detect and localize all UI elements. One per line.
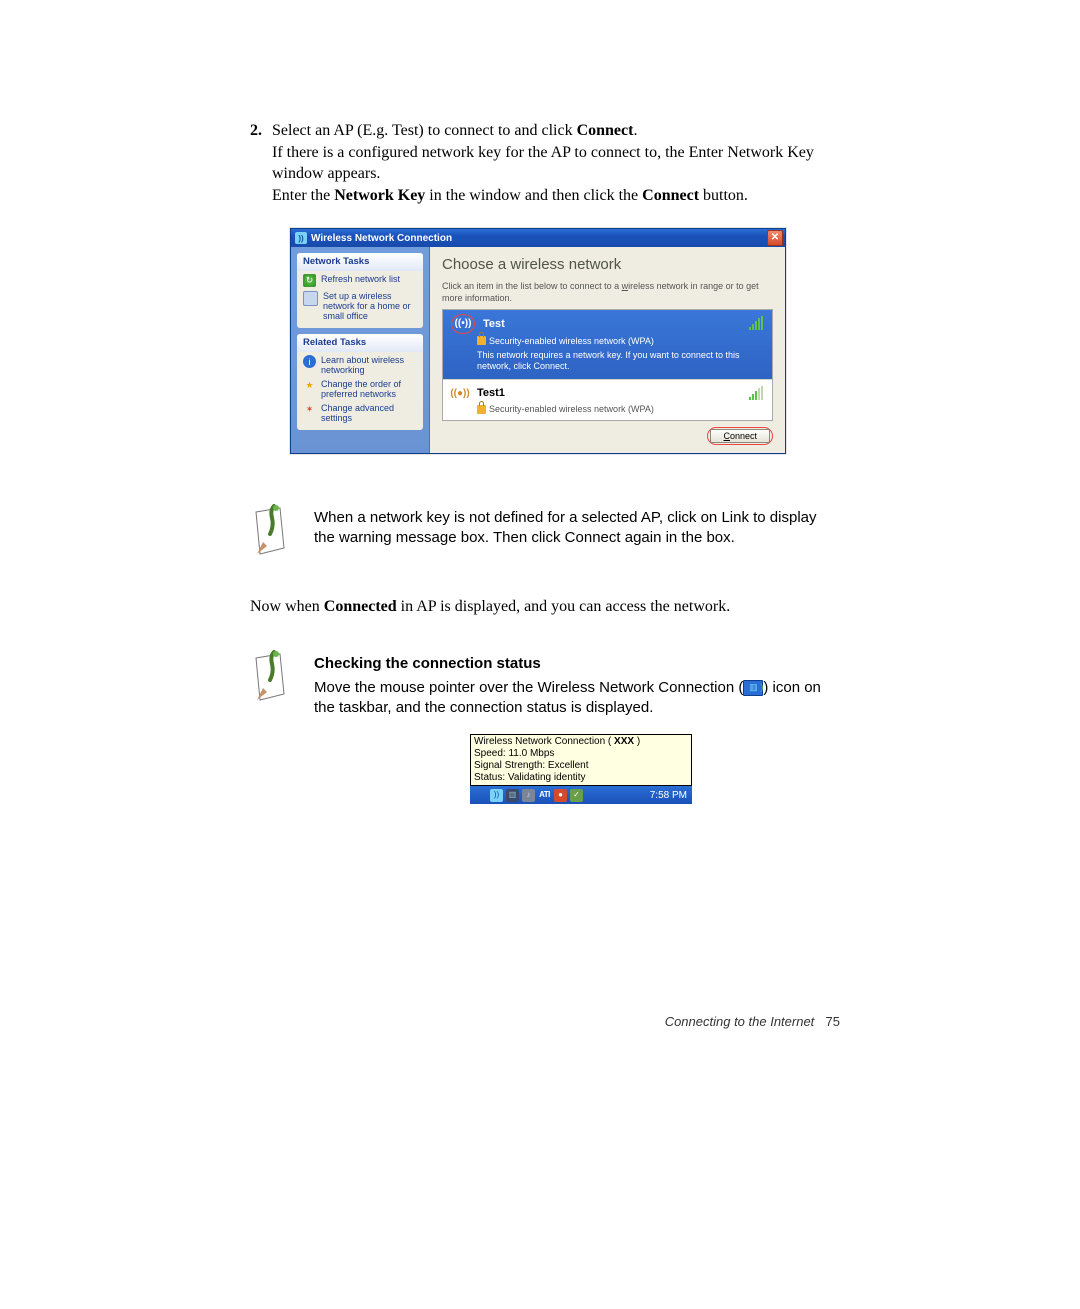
highlight-ring: Connect — [707, 427, 773, 445]
tray-volume-icon[interactable]: ♪ — [522, 789, 535, 802]
tray-safely-remove-icon[interactable]: ✓ — [570, 789, 583, 802]
sidebar-item-refresh[interactable]: ↻ Refresh network list — [297, 271, 423, 288]
network-item-test1[interactable]: ((●)) Test1 Security-enabled wireless ne… — [443, 380, 772, 420]
gear-icon: ✶ — [303, 403, 316, 416]
signal-bars-icon — [749, 316, 763, 330]
network-name: Test1 — [477, 387, 505, 399]
sidebar-panel-related-tasks: Related Tasks i Learn about wireless net… — [297, 334, 423, 430]
wireless-tray-icon: ▥ — [743, 680, 763, 696]
sidebar-item-label: Change advanced settings — [321, 403, 417, 423]
sidebar-item-label: Change the order of preferred networks — [321, 379, 417, 399]
setup-icon — [303, 291, 318, 306]
sidebar-panel-network-tasks: Network Tasks ↻ Refresh network list Set… — [297, 253, 423, 328]
tray-ati-icon[interactable]: ATI — [538, 789, 551, 802]
step-bold-networkkey: Network Key — [334, 187, 425, 204]
refresh-icon: ↻ — [303, 274, 316, 287]
network-security: Security-enabled wireless network (WPA) — [477, 336, 764, 346]
note-icon — [250, 650, 292, 706]
connection-tooltip: Wireless Network Connection ( XXX ) Spee… — [470, 734, 692, 786]
step-number: 2. — [250, 120, 272, 206]
step-bold-connect: Connect — [577, 122, 634, 139]
sidebar-item-label: Refresh network list — [321, 274, 400, 287]
sidebar-item-learn[interactable]: i Learn about wireless networking — [297, 352, 423, 376]
sidebar-item-advanced[interactable]: ✶ Change advanced settings — [297, 400, 423, 424]
info-icon: i — [303, 355, 316, 368]
network-security: Security-enabled wireless network (WPA) — [477, 404, 764, 414]
tray-clock[interactable]: 7:58 PM — [648, 789, 689, 803]
tray-wireless-icon[interactable]: )) — [490, 789, 503, 802]
step-text-2: If there is a configured network key for… — [272, 144, 814, 183]
wireless-icon: )) — [295, 232, 307, 244]
sidebar-item-order[interactable]: ★ Change the order of preferred networks — [297, 376, 423, 400]
signal-bars-icon — [749, 386, 763, 400]
antenna-icon: ((•)) — [451, 314, 475, 334]
window-heading: Choose a wireless network — [442, 256, 773, 273]
network-description: This network requires a network key. If … — [477, 350, 764, 373]
sidebar: Network Tasks ↻ Refresh network list Set… — [291, 247, 430, 453]
note-icon — [250, 504, 292, 560]
page-footer: Connecting to the Internet 75 — [250, 1014, 840, 1029]
step-bold-connect2: Connect — [642, 187, 699, 204]
connected-line: Now when Connected in AP is displayed, a… — [250, 596, 840, 618]
lock-icon — [477, 336, 486, 345]
window-titlebar[interactable]: )) Wireless Network Connection ✕ — [291, 229, 785, 247]
step-text: Select an AP (E.g. Test) to connect to a… — [272, 122, 577, 139]
window-main: Choose a wireless network Click an item … — [430, 247, 785, 453]
lock-icon — [477, 405, 486, 414]
panel-header: Network Tasks — [297, 253, 423, 271]
tray-display-icon[interactable]: ▥ — [506, 789, 519, 802]
antenna-icon: ((●)) — [451, 384, 469, 402]
connect-button[interactable]: Connect — [710, 429, 770, 443]
system-tray: )) ▥ ♪ ATI ● ✓ 7:58 PM — [470, 786, 692, 804]
close-button[interactable]: ✕ — [767, 230, 783, 246]
note-body-1: When a network key is not defined for a … — [314, 504, 840, 560]
wireless-connection-window: )) Wireless Network Connection ✕ Network… — [290, 228, 786, 454]
note-body-2: Checking the connection status Move the … — [314, 650, 840, 805]
step-body: Select an AP (E.g. Test) to connect to a… — [272, 120, 840, 206]
window-subtext: Click an item in the list below to conne… — [442, 281, 773, 304]
panel-header: Related Tasks — [297, 334, 423, 352]
sidebar-item-label: Set up a wireless network for a home or … — [323, 291, 417, 321]
sidebar-item-label: Learn about wireless networking — [321, 355, 417, 375]
note-heading: Checking the connection status — [314, 654, 840, 674]
network-name: Test — [483, 318, 505, 330]
network-item-test[interactable]: ((•)) Test Security-enabled wireless net… — [443, 310, 772, 380]
star-icon: ★ — [303, 379, 316, 392]
sidebar-item-setup[interactable]: Set up a wireless network for a home or … — [297, 288, 423, 322]
network-list: ((•)) Test Security-enabled wireless net… — [442, 309, 773, 421]
taskbar-sample: Wireless Network Connection ( XXX ) Spee… — [470, 734, 692, 804]
tray-shield-icon[interactable]: ● — [554, 789, 567, 802]
window-title: Wireless Network Connection — [311, 233, 452, 244]
